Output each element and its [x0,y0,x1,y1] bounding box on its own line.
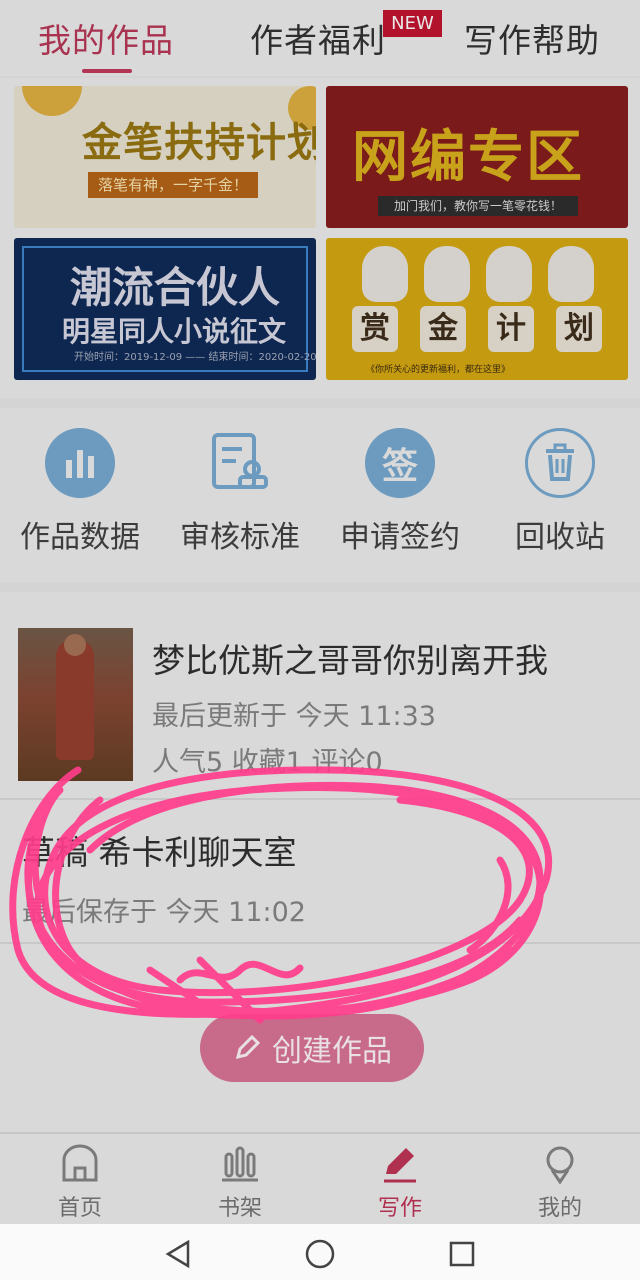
pencil-icon [235,1034,261,1060]
bookshelf-icon [222,1146,258,1182]
banner-subtitle: 落笔有神，一字千金！ [88,172,258,198]
cat-illustration [362,246,408,302]
apply-signing-button[interactable]: 签 申请签约 [320,428,480,556]
system-nav-bar [0,1224,640,1280]
active-tab-indicator [82,69,132,73]
cover-figure [56,640,94,760]
tab-writing-help[interactable]: 写作帮助 [464,14,600,62]
cat-illustration [486,246,532,302]
banner-subtitle: 加门我们，教你写一笔零花钱！ [378,196,578,216]
banner-char: 划 [556,306,602,352]
profile-icon [546,1146,574,1185]
banner-trend-partner[interactable]: 潮流合伙人 明星同人小说征文 开始时间：2019-12-09 —— 结束时间：2… [14,238,316,380]
banner-title: 金笔扶持计划 [82,120,316,166]
nav-label: 书架 [217,1196,262,1221]
nav-label: 首页 [57,1196,102,1221]
nav-home[interactable]: 首页 [0,1144,160,1222]
action-label: 回收站 [515,520,605,555]
work-updated-time: 最后更新于 今天 11:33 [152,701,436,732]
work-cover-image[interactable] [18,628,133,781]
list-divider [0,942,640,944]
cover-figure-head [64,634,86,656]
document-stamp-icon [205,428,275,498]
banner-char: 赏 [352,306,398,352]
banner-dates: 开始时间：2019-12-09 —— 结束时间：2020-02-20 [74,352,316,363]
tab-author-benefits[interactable]: 作者福利 [250,14,386,62]
action-label: 审核标准 [180,520,300,555]
home-icon [62,1144,98,1182]
cat-illustration [548,246,594,302]
banner-char: 计 [488,306,534,352]
list-divider [0,798,640,800]
banner-title: 潮流合伙人 [70,263,281,312]
banner-bounty-plan[interactable]: 赏 金 计 划 《你所关心的更新福利，都在这里》 [326,238,628,380]
review-standards-button[interactable]: 审核标准 [160,428,320,556]
recent-apps-icon[interactable] [449,1241,475,1267]
draft-title[interactable]: 草稿 希卡利聊天室 [22,826,297,874]
action-label: 作品数据 [20,520,140,555]
orange-slice-icon [22,86,82,116]
nav-profile[interactable]: 我的 [480,1144,640,1222]
works-data-button[interactable]: 作品数据 [0,428,160,556]
tab-my-works[interactable]: 我的作品 [38,14,174,62]
create-work-button[interactable]: 创建作品 [200,1014,424,1082]
create-work-label: 创建作品 [272,1034,392,1069]
nav-label: 我的 [537,1196,582,1221]
action-label: 申请签约 [340,520,460,555]
home-circle-icon[interactable] [305,1239,335,1269]
top-tab-bar: 我的作品 作者福利 NEW 写作帮助 [0,0,640,76]
work-stats: 人气5 收藏1 评论0 [152,747,383,778]
banner-subtitle: 明星同人小说征文 [62,315,287,348]
nav-bookshelf[interactable]: 书架 [160,1144,320,1222]
back-icon[interactable] [164,1240,192,1268]
new-badge: NEW [383,10,442,37]
bar-chart-icon [45,428,115,498]
nav-writing[interactable]: 写作 [320,1144,480,1222]
sign-icon: 签 [365,428,435,498]
cat-illustration [424,246,470,302]
pen-icon [384,1148,416,1183]
recycle-bin-button[interactable]: 回收站 [480,428,640,556]
trash-icon [525,428,595,498]
draft-saved-time: 最后保存于 今天 11:02 [22,897,306,928]
bottom-nav: 首页 书架 写作 我的 [0,1132,640,1224]
work-title[interactable]: 梦比优斯之哥哥你别离开我 [152,634,548,682]
banner-char: 金 [420,306,466,352]
banner-editor-zone[interactable]: 网编专区 加门我们，教你写一笔零花钱！ [326,86,628,228]
banner-title: 网编专区 [352,125,584,190]
banner-note: 《你所关心的更新福利，都在这里》 [366,365,511,375]
nav-label: 写作 [377,1196,422,1221]
banner-golden-pen[interactable]: 金笔扶持计划 落笔有神，一字千金！ [14,86,316,228]
